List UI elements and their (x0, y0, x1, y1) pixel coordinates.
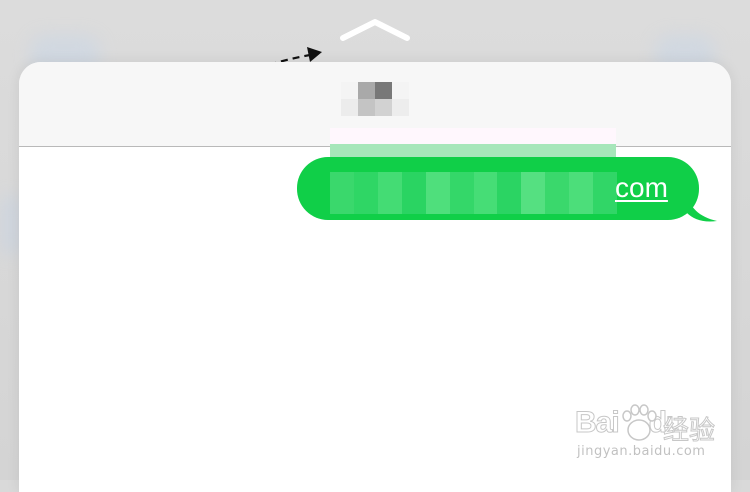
watermark-cn-text: 经验 (662, 416, 716, 447)
censored-contact-name (330, 128, 616, 144)
censored-message-text (330, 172, 618, 214)
censored-contact-avatar (341, 82, 409, 116)
message-link-text[interactable]: com (615, 171, 668, 205)
paw-icon (622, 404, 657, 441)
sent-message-bubble[interactable]: com (297, 157, 717, 223)
conversation-header (19, 62, 731, 147)
watermark-brand-part: Bai (575, 406, 621, 440)
watermark-url: jingyan.baidu.com (577, 444, 706, 459)
baidu-jingyan-watermark: Bai du 经验 jingyan.baidu.com (575, 398, 725, 468)
chevron-up-icon[interactable] (338, 16, 412, 46)
bubble-tail (687, 193, 717, 222)
